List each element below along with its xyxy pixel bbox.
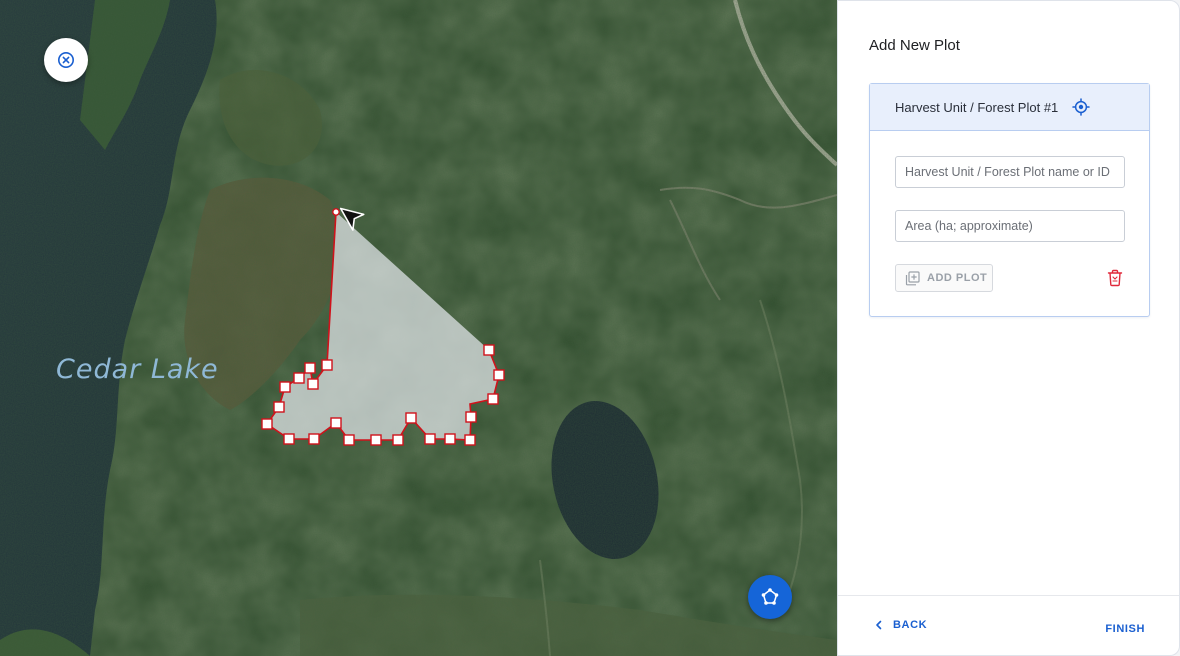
finish-button[interactable]: FINISH <box>1105 619 1145 637</box>
back-label: BACK <box>893 619 928 631</box>
lake-label: Cedar Lake <box>56 354 219 385</box>
satellite-imagery <box>0 0 837 656</box>
map-view[interactable]: Cedar Lake <box>0 0 837 656</box>
back-button[interactable]: BACK <box>875 619 927 631</box>
plot-name-input[interactable] <box>895 156 1125 188</box>
plot-area-input[interactable] <box>895 210 1125 242</box>
close-map-button[interactable] <box>44 38 88 82</box>
plot-card-header: Harvest Unit / Forest Plot #1 <box>870 84 1149 131</box>
panel-title: Add New Plot <box>869 37 960 54</box>
panel-footer-divider <box>838 595 1179 596</box>
delete-plot-button[interactable] <box>1106 268 1124 288</box>
add-plot-button[interactable]: ADD PLOT <box>895 264 993 292</box>
add-plot-panel: Add New Plot Harvest Unit / Forest Plot … <box>837 0 1180 656</box>
close-circle-icon <box>58 52 74 68</box>
polygon-draw-icon <box>761 588 779 605</box>
draw-polygon-button[interactable] <box>748 575 792 619</box>
add-layer-icon <box>905 270 920 285</box>
add-plot-label: ADD PLOT <box>927 272 988 284</box>
plot-card: Harvest Unit / Forest Plot #1 ADD PLOT <box>869 83 1150 317</box>
plot-card-title: Harvest Unit / Forest Plot #1 <box>895 99 1059 115</box>
locate-target-icon[interactable] <box>1072 98 1091 116</box>
trash-icon <box>1107 269 1123 287</box>
chevron-left-icon <box>876 620 882 630</box>
finish-label: FINISH <box>1105 623 1145 635</box>
